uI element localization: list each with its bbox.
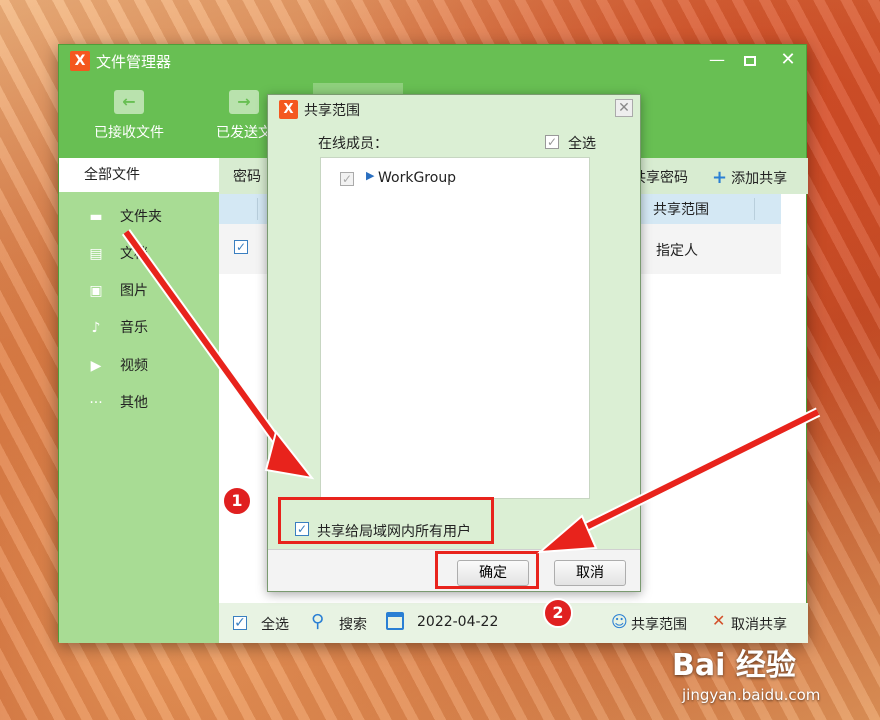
- watermark-url: jingyan.baidu.com: [682, 686, 821, 704]
- step-badge-1: 1: [222, 486, 252, 516]
- step-badge-2: 2: [543, 598, 573, 628]
- watermark-brand: Bai 经验: [672, 648, 796, 683]
- arrow-to-ok-button: [570, 409, 820, 537]
- annotation-arrows: [121, 229, 821, 554]
- arrow-to-lan-checkbox: [123, 230, 295, 464]
